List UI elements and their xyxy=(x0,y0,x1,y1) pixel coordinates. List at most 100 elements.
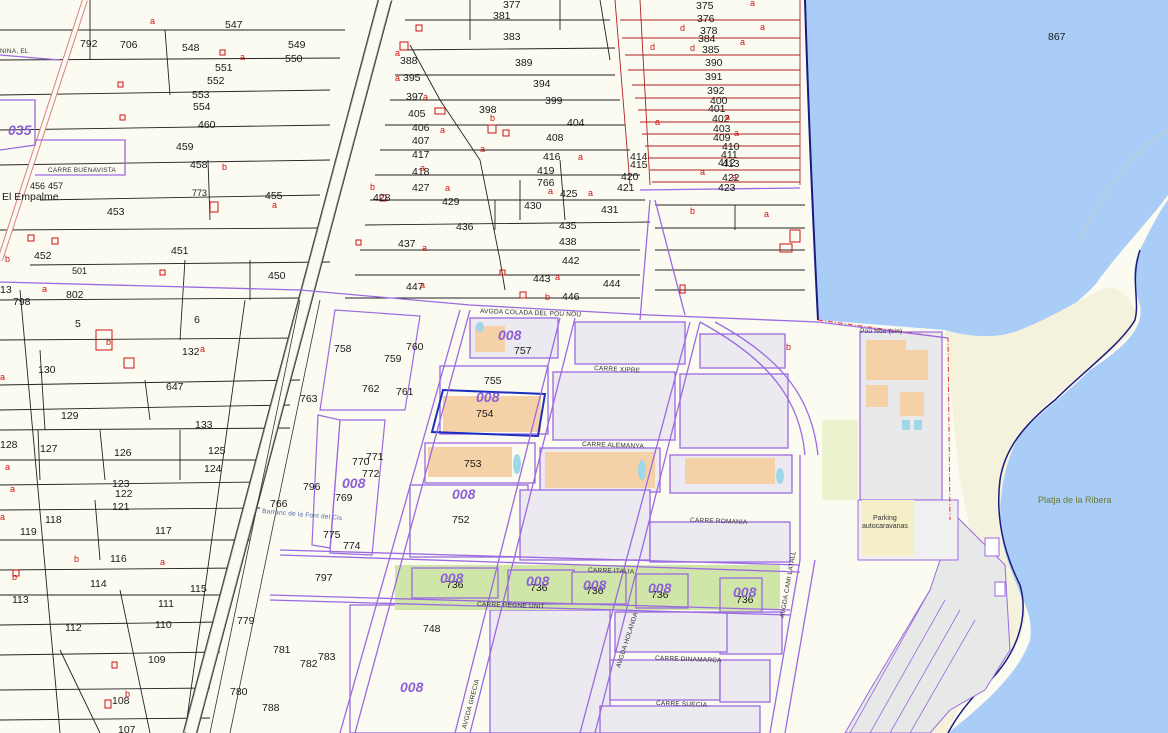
parcel-label: 759 xyxy=(384,353,402,365)
zone-code: 008 xyxy=(733,584,757,600)
parcel-label: 796 xyxy=(303,481,321,493)
parcel-label: 397 xyxy=(406,91,424,103)
parcel-label: 13 xyxy=(0,284,12,296)
parcel-label: 754 xyxy=(476,408,494,420)
parcel-label: 760 xyxy=(406,341,424,353)
parcel-label: 125 xyxy=(208,445,226,457)
parcel-label: 121 xyxy=(112,501,130,513)
svg-text:a: a xyxy=(655,117,660,127)
svg-text:a: a xyxy=(0,512,5,522)
parcel-label: 395 xyxy=(403,72,421,84)
parcel-label: 375 xyxy=(696,0,714,12)
beach-label: Platja de la Ribera xyxy=(1038,495,1112,505)
parcel-label: 798 xyxy=(13,296,31,308)
parcel-label: 429 xyxy=(442,196,460,208)
parcel-label: 554 xyxy=(193,101,211,113)
parcel-label: 774 xyxy=(343,540,361,552)
parcel-label: 436 xyxy=(456,221,474,233)
svg-text:b: b xyxy=(370,182,375,192)
svg-text:a: a xyxy=(420,163,425,173)
parcel-label: 430 xyxy=(524,200,542,212)
parcel-label: 457 xyxy=(48,181,63,191)
parcel-label: 755 xyxy=(484,375,502,387)
svg-text:a: a xyxy=(420,280,425,290)
svg-text:a: a xyxy=(445,183,450,193)
parcel-label: 109 xyxy=(148,654,166,666)
svg-text:a: a xyxy=(734,128,739,138)
parcel-label: 792 xyxy=(80,38,98,50)
street-label: Pou Nou (sin) xyxy=(860,328,902,335)
svg-text:a: a xyxy=(740,37,745,47)
svg-text:a: a xyxy=(160,557,165,567)
zone-code: 008 xyxy=(526,573,550,589)
svg-text:a: a xyxy=(240,52,245,62)
svg-text:a: a xyxy=(764,209,769,219)
parcel-label: 132 xyxy=(182,346,200,358)
parcel-label: 782 xyxy=(300,658,318,670)
parcel-label: 647 xyxy=(166,381,184,393)
parcel-label: 780 xyxy=(230,686,248,698)
parcel-label: 748 xyxy=(423,623,441,635)
parcel-label: 435 xyxy=(559,220,577,232)
svg-text:a: a xyxy=(700,167,705,177)
svg-text:a: a xyxy=(548,186,553,196)
svg-text:d: d xyxy=(650,42,655,52)
parcel-label: 549 xyxy=(288,39,306,51)
parcel-label: 406 xyxy=(412,122,430,134)
svg-text:a: a xyxy=(760,22,765,32)
parcel-label: 450 xyxy=(268,270,286,282)
parcel-label: 783 xyxy=(318,651,336,663)
parcel-label: 381 xyxy=(493,10,511,22)
parcel-label: 773 xyxy=(192,188,207,198)
parcel-label: 404 xyxy=(567,117,585,129)
parcel-label: 548 xyxy=(182,42,200,54)
zone-code: 008 xyxy=(583,577,607,593)
zone-code: 008 xyxy=(440,570,464,586)
parcel-label: 113 xyxy=(12,594,29,606)
parcel-label: 763 xyxy=(300,393,318,405)
parcel-label: 757 xyxy=(514,345,532,357)
svg-text:a: a xyxy=(480,144,485,154)
parcel-label: 547 xyxy=(225,19,243,31)
parcel-label: 552 xyxy=(207,75,225,87)
parcel-label: 385 xyxy=(702,44,720,56)
svg-text:a: a xyxy=(440,125,445,135)
svg-text:b: b xyxy=(786,342,791,352)
parcel-label: 111 xyxy=(158,598,174,610)
parcel-label: 753 xyxy=(464,458,482,470)
place-label-nina: NINA, EL xyxy=(0,48,29,55)
svg-text:b: b xyxy=(545,292,550,302)
cadastral-map[interactable]: 792 706 548 549 550 551 552 553 554 460 … xyxy=(0,0,1168,733)
parcel-label: 417 xyxy=(412,149,430,161)
svg-text:b: b xyxy=(74,554,79,564)
svg-text:d: d xyxy=(690,43,695,53)
parcel-label: 117 xyxy=(155,525,172,537)
parcel-label: 127 xyxy=(40,443,58,455)
parcel-label: 390 xyxy=(705,57,723,69)
svg-text:a: a xyxy=(0,372,5,382)
parcel-label: 419 xyxy=(537,165,555,177)
svg-text:a: a xyxy=(42,284,47,294)
parcel-label: 762 xyxy=(362,383,380,395)
parcel-label: 775 xyxy=(323,529,341,541)
svg-text:a: a xyxy=(578,152,583,162)
street-label: CARRE BUENAVISTA xyxy=(48,167,116,174)
parcel-label: 389 xyxy=(515,57,533,69)
parcel-label: 425 xyxy=(560,188,578,200)
parcel-label: 423 xyxy=(718,182,736,194)
svg-text:b: b xyxy=(690,206,695,216)
parcel-label: 438 xyxy=(559,236,577,248)
parcel-label: 407 xyxy=(412,135,430,147)
parcel-label: 413 xyxy=(722,158,740,170)
parcel-label: 428 xyxy=(373,192,391,204)
zone-code: 008 xyxy=(342,475,366,491)
parcel-label: 376 xyxy=(697,13,715,25)
svg-text:b: b xyxy=(125,689,130,699)
svg-text:a: a xyxy=(150,16,155,26)
svg-text:b: b xyxy=(222,162,227,172)
parcel-label: 444 xyxy=(603,278,621,290)
parcel-label: 415 xyxy=(630,159,648,171)
parcel-label: 112 xyxy=(65,622,82,634)
parcel-label: 553 xyxy=(192,89,210,101)
parcel-label: 427 xyxy=(412,182,430,194)
